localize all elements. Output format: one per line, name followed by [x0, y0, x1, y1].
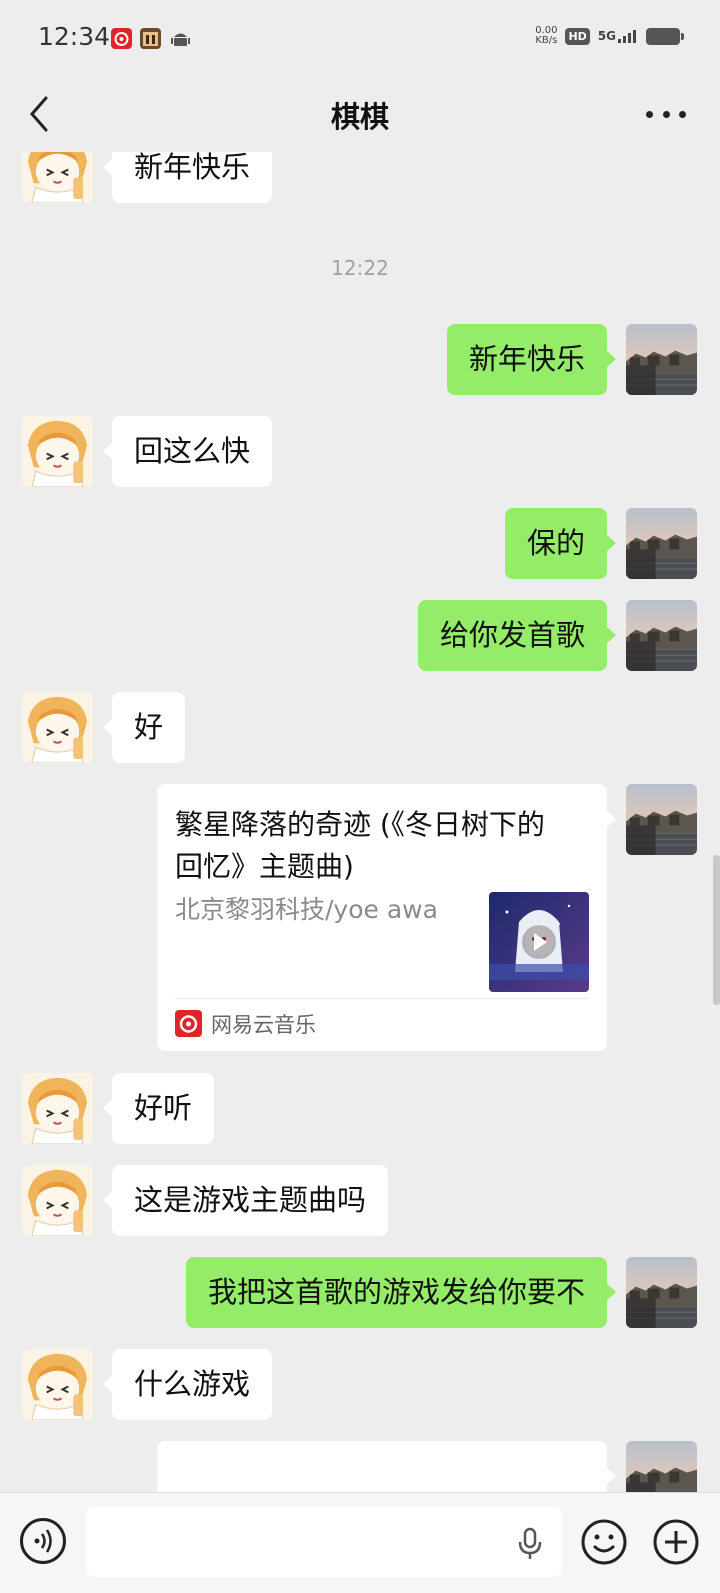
plus-icon[interactable]	[652, 1518, 700, 1566]
my-avatar[interactable]	[626, 600, 697, 671]
message-bubble-outgoing[interactable]: 新年快乐	[446, 324, 617, 395]
scrollbar[interactable]	[713, 855, 720, 1005]
album-cover[interactable]	[489, 892, 589, 992]
music-share-card[interactable]: 繁星降落的奇迹 (《冬日树下的回忆》主题曲) 北京黎羽科技/yoe awa 网易…	[157, 784, 616, 1051]
net-speed: 0.00 KB/s	[535, 26, 557, 46]
message-bubble-incoming[interactable]: 好听	[102, 1073, 215, 1144]
net-speed-unit: KB/s	[535, 35, 558, 46]
contact-avatar[interactable]	[22, 1073, 93, 1144]
message-bubble-incoming[interactable]: 好	[102, 692, 186, 763]
status-time: 12:34	[38, 22, 111, 51]
message-bubble-incoming[interactable]: 这是游戏主题曲吗	[102, 1165, 389, 1236]
contact-avatar[interactable]	[22, 1349, 93, 1420]
emoji-icon[interactable]	[580, 1518, 628, 1566]
my-avatar[interactable]	[626, 1257, 697, 1328]
network-type: 5G	[597, 29, 616, 43]
game-app-icon	[140, 28, 161, 49]
message-bubble-incoming[interactable]: 新年快乐	[102, 152, 273, 203]
contact-avatar[interactable]	[22, 1165, 93, 1236]
more-dots-icon[interactable]	[646, 104, 686, 124]
my-avatar[interactable]	[626, 508, 697, 579]
message-bubble-outgoing[interactable]: 保的	[504, 508, 617, 579]
voice-mode-icon[interactable]	[20, 1518, 66, 1564]
card-divider	[175, 998, 589, 999]
message-bubble-incoming[interactable]: 回这么快	[102, 416, 273, 487]
contact-avatar[interactable]	[22, 692, 93, 763]
signal-icon: 5G	[598, 29, 638, 43]
chat-area[interactable]: 新年快乐 12:22 新年快乐 回这么快 保的 给你发首歌 好 繁星降落的奇迹 …	[0, 152, 720, 1492]
contact-avatar[interactable]	[22, 152, 93, 203]
music-artist: 北京黎羽科技/yoe awa	[175, 895, 438, 924]
page-title: 棋棋	[330, 100, 389, 134]
message-bubble-outgoing[interactable]: 我把这首歌的游戏发给你要不	[185, 1257, 617, 1328]
netease-music-icon	[111, 28, 132, 49]
android-icon	[170, 28, 191, 49]
message-timestamp: 12:22	[331, 256, 389, 280]
contact-avatar[interactable]	[22, 416, 93, 487]
message-input[interactable]	[86, 1507, 562, 1577]
my-avatar[interactable]	[626, 1441, 697, 1492]
my-avatar[interactable]	[626, 324, 697, 395]
hd-badge: HD	[565, 27, 590, 45]
status-bar: 12:34 0.00 KB/s HD 5G	[0, 0, 720, 76]
music-source: 网易云音乐	[211, 1013, 316, 1037]
chat-header: 棋棋	[0, 76, 720, 152]
music-title: 繁星降落的奇迹 (《冬日树下的回忆》主题曲)	[175, 808, 545, 883]
netease-music-icon	[175, 1010, 202, 1037]
message-bubble-incoming[interactable]: 什么游戏	[102, 1349, 273, 1420]
partial-card[interactable]	[157, 1441, 616, 1492]
microphone-icon[interactable]	[516, 1527, 544, 1561]
message-bubble-outgoing[interactable]: 给你发首歌	[417, 600, 617, 671]
battery-icon	[646, 27, 684, 45]
input-bar	[0, 1492, 720, 1593]
my-avatar[interactable]	[626, 784, 697, 855]
